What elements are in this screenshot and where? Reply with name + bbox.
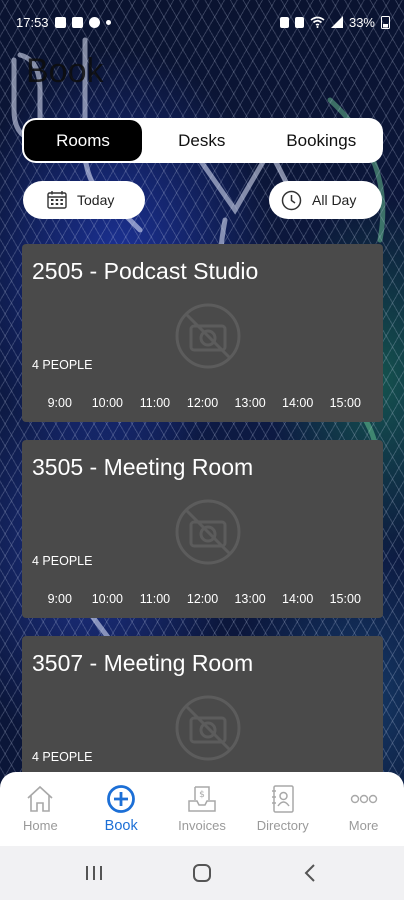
timeslot[interactable]: 9:00 — [36, 396, 84, 410]
timeslot[interactable]: 12:00 — [179, 396, 227, 410]
battery-icon — [381, 16, 390, 29]
back-icon — [304, 864, 315, 882]
nav-directory-label: Directory — [256, 818, 309, 833]
nav-more-label: More — [348, 818, 379, 833]
tab-bookings[interactable]: Bookings — [262, 120, 382, 161]
more-icon — [350, 794, 377, 804]
status-bar: 17:53 33% — [0, 0, 404, 44]
contact-book-icon — [271, 785, 294, 813]
timeslot[interactable]: 10:00 — [84, 592, 132, 606]
nav-book-label: Book — [104, 818, 138, 834]
timeslot[interactable]: 11:00 — [131, 592, 179, 606]
whatsapp-icon — [88, 16, 100, 28]
room-title: 3505 - Meeting Room — [32, 454, 254, 480]
nav-directory[interactable]: Directory — [242, 772, 323, 846]
nav-more[interactable]: More — [323, 772, 404, 846]
no-photo-icon — [175, 499, 241, 565]
no-photo-icon — [175, 695, 241, 761]
timeslot[interactable]: 13:00 — [226, 396, 274, 410]
page-title: Book — [26, 52, 104, 90]
system-nav-bar — [0, 846, 404, 900]
room-card[interactable]: 3505 - Meeting Room 4 PEOPLE 9:00 10:00 … — [22, 440, 383, 618]
tab-desks[interactable]: Desks — [142, 120, 262, 161]
timeslot[interactable]: 10:00 — [84, 396, 132, 410]
home-button[interactable] — [182, 853, 222, 893]
nav-home-label: Home — [23, 818, 58, 833]
timeslot[interactable]: 13:00 — [226, 592, 274, 606]
signal-icon — [330, 16, 343, 28]
room-capacity: 4 PEOPLE — [32, 554, 93, 568]
calendar-icon — [47, 191, 67, 209]
alarm-icon — [279, 16, 289, 28]
clock-icon — [281, 190, 302, 210]
timeslot[interactable]: 9:00 — [36, 592, 84, 606]
room-title: 3507 - Meeting Room — [32, 650, 254, 676]
nav-invoices[interactable]: $ Invoices — [162, 772, 243, 846]
timeslot[interactable]: 11:00 — [131, 396, 179, 410]
timeslot-row: 9:00 10:00 11:00 12:00 13:00 14:00 15:00 — [22, 396, 383, 410]
time-filter-button[interactable]: All Day — [269, 181, 382, 219]
time-filter-label: All Day — [312, 192, 357, 208]
dot-icon — [105, 19, 111, 25]
notification-icon — [71, 16, 83, 28]
battery-level: 33% — [348, 14, 375, 30]
add-circle-icon — [107, 785, 136, 813]
no-photo-icon — [175, 303, 241, 369]
timeslot[interactable]: 15:00 — [321, 592, 369, 606]
home-circle-icon — [193, 864, 211, 882]
date-filter-button[interactable]: Today — [23, 181, 145, 219]
date-filter-label: Today — [77, 192, 115, 208]
gallery-icon — [54, 16, 66, 28]
status-time: 17:53 — [16, 14, 49, 30]
timeslot[interactable]: 14:00 — [274, 396, 322, 410]
room-title: 2505 - Podcast Studio — [32, 258, 259, 284]
room-capacity: 4 PEOPLE — [32, 358, 93, 372]
home-icon — [27, 785, 53, 812]
room-capacity: 4 PEOPLE — [32, 750, 93, 764]
room-card[interactable]: 2505 - Podcast Studio 4 PEOPLE 9:00 10:0… — [22, 244, 383, 422]
recent-apps-button[interactable] — [74, 853, 114, 893]
timeslot[interactable]: 15:00 — [321, 396, 369, 410]
back-button[interactable] — [290, 853, 330, 893]
recent-apps-icon — [86, 866, 102, 880]
nav-book[interactable]: Book — [81, 772, 162, 846]
timeslot[interactable]: 14:00 — [274, 592, 322, 606]
timeslot-row: 9:00 10:00 11:00 12:00 13:00 14:00 15:00 — [22, 592, 383, 606]
nav-home[interactable]: Home — [0, 772, 81, 846]
svg-text:$: $ — [199, 790, 205, 800]
tab-rooms[interactable]: Rooms — [24, 120, 142, 161]
timeslot[interactable]: 12:00 — [179, 592, 227, 606]
nav-invoices-label: Invoices — [178, 818, 226, 833]
wifi-icon — [310, 16, 325, 28]
invoice-icon: $ — [188, 786, 216, 812]
bottom-nav: Home Book $ Invoices Directory More — [0, 772, 404, 846]
mute-icon — [294, 16, 304, 28]
tab-bar: Rooms Desks Bookings — [22, 118, 383, 163]
